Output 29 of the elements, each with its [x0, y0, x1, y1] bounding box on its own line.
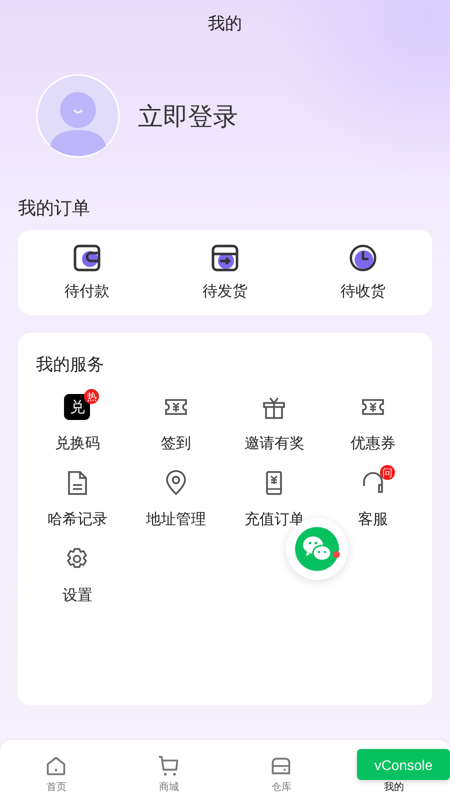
login-button[interactable]: 立即登录 [138, 100, 238, 132]
service-item[interactable]: 设置 [57, 541, 98, 605]
wallet-icon [73, 244, 101, 272]
notification-dot [333, 551, 340, 558]
page-title: 我的 [208, 12, 242, 34]
section-title: 我的订单 [18, 197, 91, 220]
cart-icon [158, 755, 180, 777]
service-item[interactable]: 优惠券 [345, 389, 400, 453]
service-item[interactable]: 邀请有奖 [239, 389, 310, 453]
service-item[interactable]: 问 客服 [352, 465, 393, 529]
chat-bubbles-icon [295, 527, 339, 571]
order-item[interactable]: 待付款 [18, 230, 156, 315]
clock-icon [349, 244, 377, 272]
home-icon [45, 755, 68, 777]
drawer-icon [270, 755, 292, 777]
order-item[interactable]: 待收货 [294, 230, 432, 315]
tab-item[interactable]: 我的 [384, 780, 404, 794]
section-title: 我的服务 [35, 354, 105, 376]
tab-item[interactable]: 首页 [45, 755, 68, 794]
service-item[interactable]: 哈希记录 [42, 465, 112, 529]
order-item[interactable]: 待发货 [156, 230, 294, 315]
tab-item[interactable]: 商城 [158, 755, 180, 794]
service-item[interactable]: 地址管理 [140, 465, 211, 529]
badge: 问 [380, 465, 395, 480]
service-item[interactable]: 签到 [156, 389, 196, 453]
service-item[interactable]: 充值订单 [239, 465, 310, 529]
box-icon [211, 244, 239, 272]
avatar-icon [36, 74, 120, 158]
tab-item[interactable]: 仓库 [270, 755, 292, 794]
